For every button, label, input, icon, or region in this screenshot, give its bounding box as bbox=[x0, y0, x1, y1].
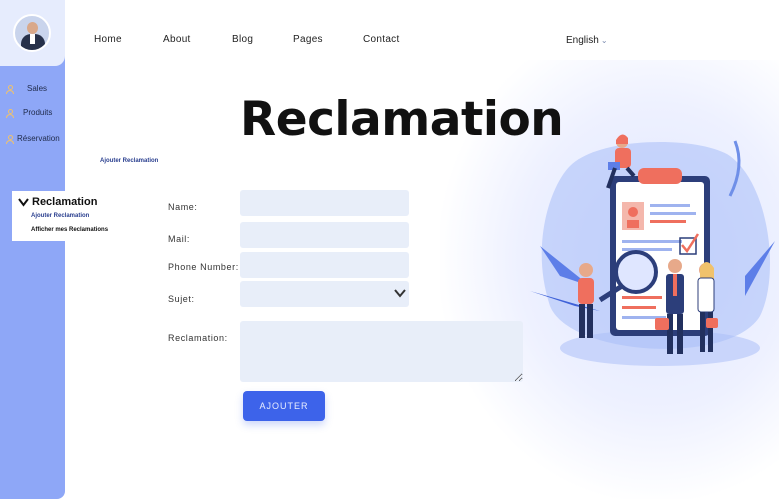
phone-input[interactable] bbox=[240, 252, 409, 278]
submenu-link-add[interactable]: Ajouter Reclamation bbox=[31, 213, 89, 219]
submit-button[interactable]: AJOUTER bbox=[243, 391, 325, 421]
sidebar bbox=[0, 0, 65, 499]
sidebar-item-label: Sales bbox=[27, 84, 48, 93]
submenu-title[interactable]: Reclamation bbox=[32, 196, 97, 208]
sidebar-header bbox=[0, 0, 65, 66]
user-icon bbox=[6, 109, 14, 118]
avatar[interactable] bbox=[13, 14, 51, 52]
nav-about[interactable]: About bbox=[163, 34, 191, 45]
submenu-link-list[interactable]: Afficher mes Reclamations bbox=[31, 227, 108, 233]
clipboard-illustration bbox=[530, 134, 775, 366]
breadcrumb[interactable]: Ajouter Reclamation bbox=[100, 158, 158, 164]
nav-blog[interactable]: Blog bbox=[232, 34, 253, 45]
nav-home[interactable]: Home bbox=[94, 34, 122, 45]
chevron-down-icon[interactable] bbox=[18, 197, 29, 207]
user-icon bbox=[6, 135, 14, 144]
sidebar-item-produits[interactable]: Produits bbox=[0, 106, 70, 122]
sidebar-item-label: Produits bbox=[23, 108, 53, 117]
mail-label: Mail: bbox=[168, 234, 191, 244]
user-icon bbox=[6, 85, 14, 94]
subject-label: Sujet: bbox=[168, 294, 195, 304]
avatar-shirt bbox=[30, 34, 35, 44]
sidebar-item-reservation[interactable]: Réservation bbox=[0, 132, 70, 148]
reclamation-textarea[interactable] bbox=[240, 321, 523, 382]
avatar-head bbox=[27, 22, 38, 34]
reclamation-label: Reclamation: bbox=[168, 333, 228, 343]
phone-label: Phone Number: bbox=[168, 262, 239, 272]
name-label: Name: bbox=[168, 202, 198, 212]
chevron-down-icon bbox=[394, 289, 406, 298]
nav-contact[interactable]: Contact bbox=[363, 34, 400, 45]
subject-select[interactable] bbox=[240, 281, 409, 307]
sidebar-item-label: Réservation bbox=[17, 134, 60, 143]
language-selector[interactable]: English ⌄ bbox=[566, 35, 608, 46]
chevron-down-icon: ⌄ bbox=[600, 36, 608, 45]
sidebar-item-sales[interactable]: Sales bbox=[0, 82, 70, 98]
name-input[interactable] bbox=[240, 190, 409, 216]
page-title: Reclamation bbox=[240, 92, 564, 147]
language-label: English bbox=[566, 35, 599, 46]
nav-pages[interactable]: Pages bbox=[293, 34, 323, 45]
mail-input[interactable] bbox=[240, 222, 409, 248]
